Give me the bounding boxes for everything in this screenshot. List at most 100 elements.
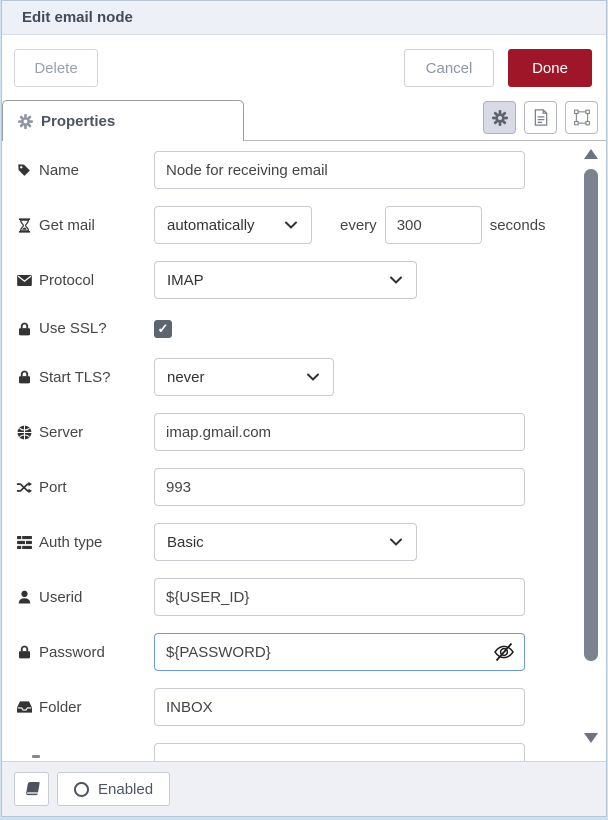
password-label-group: Password xyxy=(16,644,154,661)
enabled-label: Enabled xyxy=(98,781,153,798)
partial-field-icon xyxy=(32,755,40,758)
userid-input[interactable] xyxy=(154,578,525,616)
object-group-icon xyxy=(574,110,590,126)
tab-properties-label: Properties xyxy=(41,113,115,130)
protocol-label-group: Protocol xyxy=(16,272,154,289)
chevron-down-icon xyxy=(388,272,404,288)
properties-tab-button[interactable] xyxy=(483,101,516,134)
delete-button[interactable]: Delete xyxy=(14,49,98,87)
circle-icon xyxy=(74,782,89,797)
every-label: every xyxy=(340,217,377,234)
next-field-label-group xyxy=(16,743,154,758)
folder-label-group: Folder xyxy=(16,699,154,716)
userid-row: Userid xyxy=(16,578,606,616)
tag-icon xyxy=(16,162,32,178)
password-row: Password xyxy=(16,633,606,671)
password-input[interactable] xyxy=(154,633,525,671)
auth-type-selected: Basic xyxy=(167,534,204,551)
folder-input[interactable] xyxy=(154,688,525,726)
password-field xyxy=(154,633,525,671)
tab-properties[interactable]: Properties xyxy=(2,100,244,141)
gear-icon xyxy=(492,110,508,126)
chevron-down-icon xyxy=(283,217,299,233)
auth-type-select[interactable]: Basic xyxy=(154,523,417,561)
document-icon xyxy=(533,110,549,126)
node-help-button[interactable] xyxy=(14,772,49,806)
properties-form: Name Get mail automatically every second… xyxy=(2,141,606,761)
edit-email-node-dialog: Edit email node Delete Cancel Done Prope… xyxy=(1,0,607,817)
auth-type-row: Auth type Basic xyxy=(16,523,606,561)
port-input[interactable] xyxy=(154,468,525,506)
dialog-title: Edit email node xyxy=(2,1,606,35)
start-tls-row: Start TLS? never xyxy=(16,358,606,396)
use-ssl-row: Use SSL? ✓ xyxy=(16,316,606,341)
cancel-button[interactable]: Cancel xyxy=(404,49,494,87)
folder-row: Folder xyxy=(16,688,606,726)
userid-label-group: Userid xyxy=(16,589,154,606)
hourglass-icon xyxy=(16,217,32,233)
get-mail-label: Get mail xyxy=(39,217,95,234)
password-label: Password xyxy=(39,644,105,661)
chevron-down-icon xyxy=(388,534,404,550)
book-icon xyxy=(22,781,41,797)
repeat-seconds-input[interactable] xyxy=(385,206,482,244)
get-mail-label-group: Get mail xyxy=(16,217,154,234)
appearance-tab-button[interactable] xyxy=(565,101,598,134)
dialog-footer: Enabled xyxy=(2,761,606,816)
tab-bar: Properties xyxy=(2,97,606,141)
dialog-toolbar: Delete Cancel Done xyxy=(2,35,606,97)
lock-icon xyxy=(16,369,32,385)
protocol-select[interactable]: IMAP xyxy=(154,261,417,299)
start-tls-selected: never xyxy=(167,369,205,386)
envelope-icon xyxy=(16,272,32,288)
port-label: Port xyxy=(39,479,67,496)
port-row: Port xyxy=(16,468,606,506)
use-ssl-checkbox[interactable]: ✓ xyxy=(154,320,172,338)
chevron-down-icon xyxy=(305,369,321,385)
next-field-input-clipped[interactable] xyxy=(154,743,525,761)
globe-icon xyxy=(16,424,32,440)
get-mail-row: Get mail automatically every seconds xyxy=(16,206,606,244)
user-icon xyxy=(16,589,32,605)
server-label: Server xyxy=(39,424,83,441)
form-scrollbar xyxy=(581,145,601,759)
start-tls-select[interactable]: never xyxy=(154,358,334,396)
next-field-row-clipped xyxy=(16,743,606,761)
scrollbar-thumb[interactable] xyxy=(584,169,598,661)
done-button[interactable]: Done xyxy=(508,49,592,87)
lock-icon xyxy=(16,321,32,337)
use-ssl-label-group: Use SSL? xyxy=(16,320,154,337)
name-label: Name xyxy=(39,162,79,179)
scroll-up-arrow[interactable] xyxy=(584,149,598,159)
name-label-group: Name xyxy=(16,162,154,179)
tasks-icon xyxy=(16,534,32,550)
server-label-group: Server xyxy=(16,424,154,441)
port-label-group: Port xyxy=(16,479,154,496)
protocol-label: Protocol xyxy=(39,272,94,289)
name-row: Name xyxy=(16,151,606,189)
auth-type-label: Auth type xyxy=(39,534,102,551)
eye-slash-icon[interactable] xyxy=(492,641,516,667)
start-tls-label-group: Start TLS? xyxy=(16,369,154,386)
protocol-selected: IMAP xyxy=(167,272,204,289)
use-ssl-label: Use SSL? xyxy=(39,320,107,337)
folder-label: Folder xyxy=(39,699,82,716)
inbox-icon xyxy=(16,699,32,715)
start-tls-label: Start TLS? xyxy=(39,369,110,386)
get-mail-selected: automatically xyxy=(167,217,255,234)
get-mail-select[interactable]: automatically xyxy=(154,206,312,244)
server-input[interactable] xyxy=(154,413,525,451)
gear-icon xyxy=(17,113,33,129)
auth-type-label-group: Auth type xyxy=(16,534,154,551)
userid-label: Userid xyxy=(39,589,82,606)
scroll-down-arrow[interactable] xyxy=(584,733,598,743)
name-input[interactable] xyxy=(154,151,525,189)
node-enabled-toggle[interactable]: Enabled xyxy=(57,772,170,806)
server-row: Server xyxy=(16,413,606,451)
checkmark-icon: ✓ xyxy=(158,321,169,337)
lock-icon xyxy=(16,644,32,660)
description-tab-button[interactable] xyxy=(524,101,557,134)
protocol-row: Protocol IMAP xyxy=(16,261,606,299)
seconds-label: seconds xyxy=(490,217,546,234)
shuffle-icon xyxy=(16,479,32,495)
